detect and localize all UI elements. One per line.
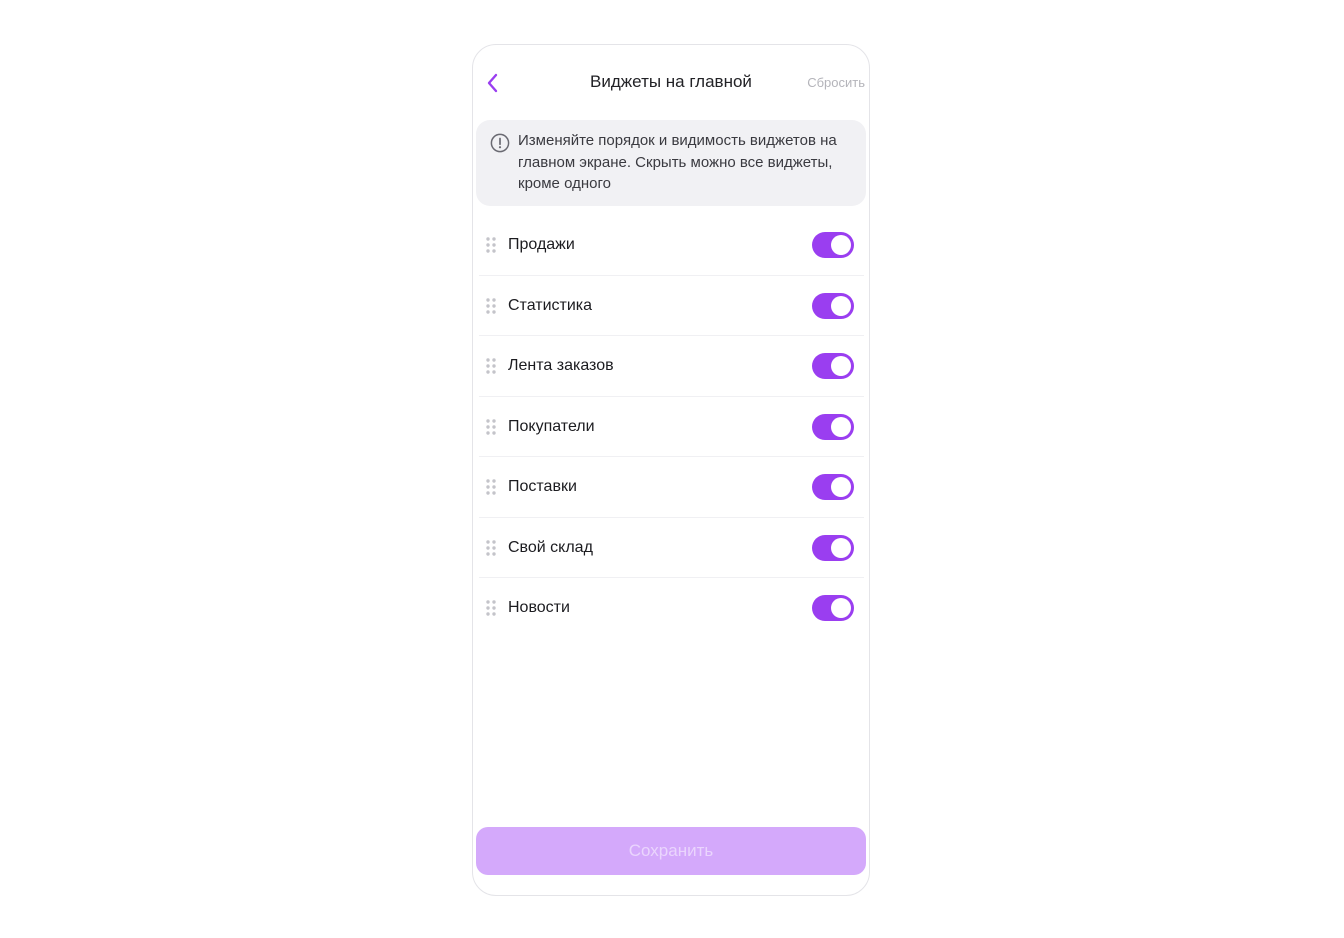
drag-handle-icon[interactable] (485, 418, 497, 436)
toggle-knob (831, 356, 851, 376)
widget-toggle[interactable] (812, 413, 854, 440)
reset-button[interactable]: Сбросить (807, 75, 865, 90)
widget-row-2: Статистика (479, 276, 864, 336)
toggle-knob (831, 235, 851, 255)
header: Виджеты на главной Сбросить (473, 63, 869, 103)
widget-toggle[interactable] (812, 292, 854, 319)
toggle-knob (831, 537, 851, 558)
widget-toggle[interactable] (812, 595, 854, 621)
widget-label: Поставки (508, 478, 577, 495)
widget-list: Продажи Статистика Лента заказов Покупат… (479, 215, 864, 639)
toggle-knob (831, 295, 851, 316)
widget-toggle[interactable] (812, 232, 854, 258)
info-banner: Изменяйте порядок и видимость виджетов н… (476, 120, 866, 206)
drag-handle-icon[interactable] (485, 478, 497, 496)
drag-handle-icon[interactable] (485, 297, 497, 315)
widget-label: Новости (508, 599, 570, 616)
widget-row-6: Свой склад (479, 518, 864, 578)
widget-toggle[interactable] (812, 474, 854, 500)
phone-screen: Виджеты на главной Сбросить Изменяйте по… (472, 44, 870, 896)
widget-row-7: Новости (479, 578, 864, 639)
widget-label: Покупатели (508, 417, 595, 435)
toggle-knob (831, 477, 851, 497)
toggle-knob (831, 598, 851, 618)
widget-label: Статистика (508, 296, 593, 314)
widget-row-1: Продажи (479, 215, 864, 276)
widget-row-4: Покупатели (479, 397, 864, 457)
drag-handle-icon[interactable] (485, 539, 497, 557)
toggle-knob (831, 416, 851, 437)
drag-handle-icon[interactable] (485, 236, 497, 254)
save-button[interactable]: Сохранить (476, 827, 866, 875)
drag-handle-icon[interactable] (485, 357, 497, 375)
widget-label: Лента заказов (508, 357, 614, 374)
drag-handle-icon[interactable] (485, 599, 497, 617)
info-circle-icon (490, 133, 510, 153)
widget-row-5: Поставки (479, 457, 864, 518)
widget-toggle[interactable] (812, 534, 854, 561)
widget-toggle[interactable] (812, 353, 854, 379)
widget-label: Продажи (508, 236, 575, 253)
info-text: Изменяйте порядок и видимость виджетов н… (518, 132, 837, 192)
widget-label: Свой склад (508, 538, 593, 556)
widget-row-3: Лента заказов (479, 336, 864, 397)
